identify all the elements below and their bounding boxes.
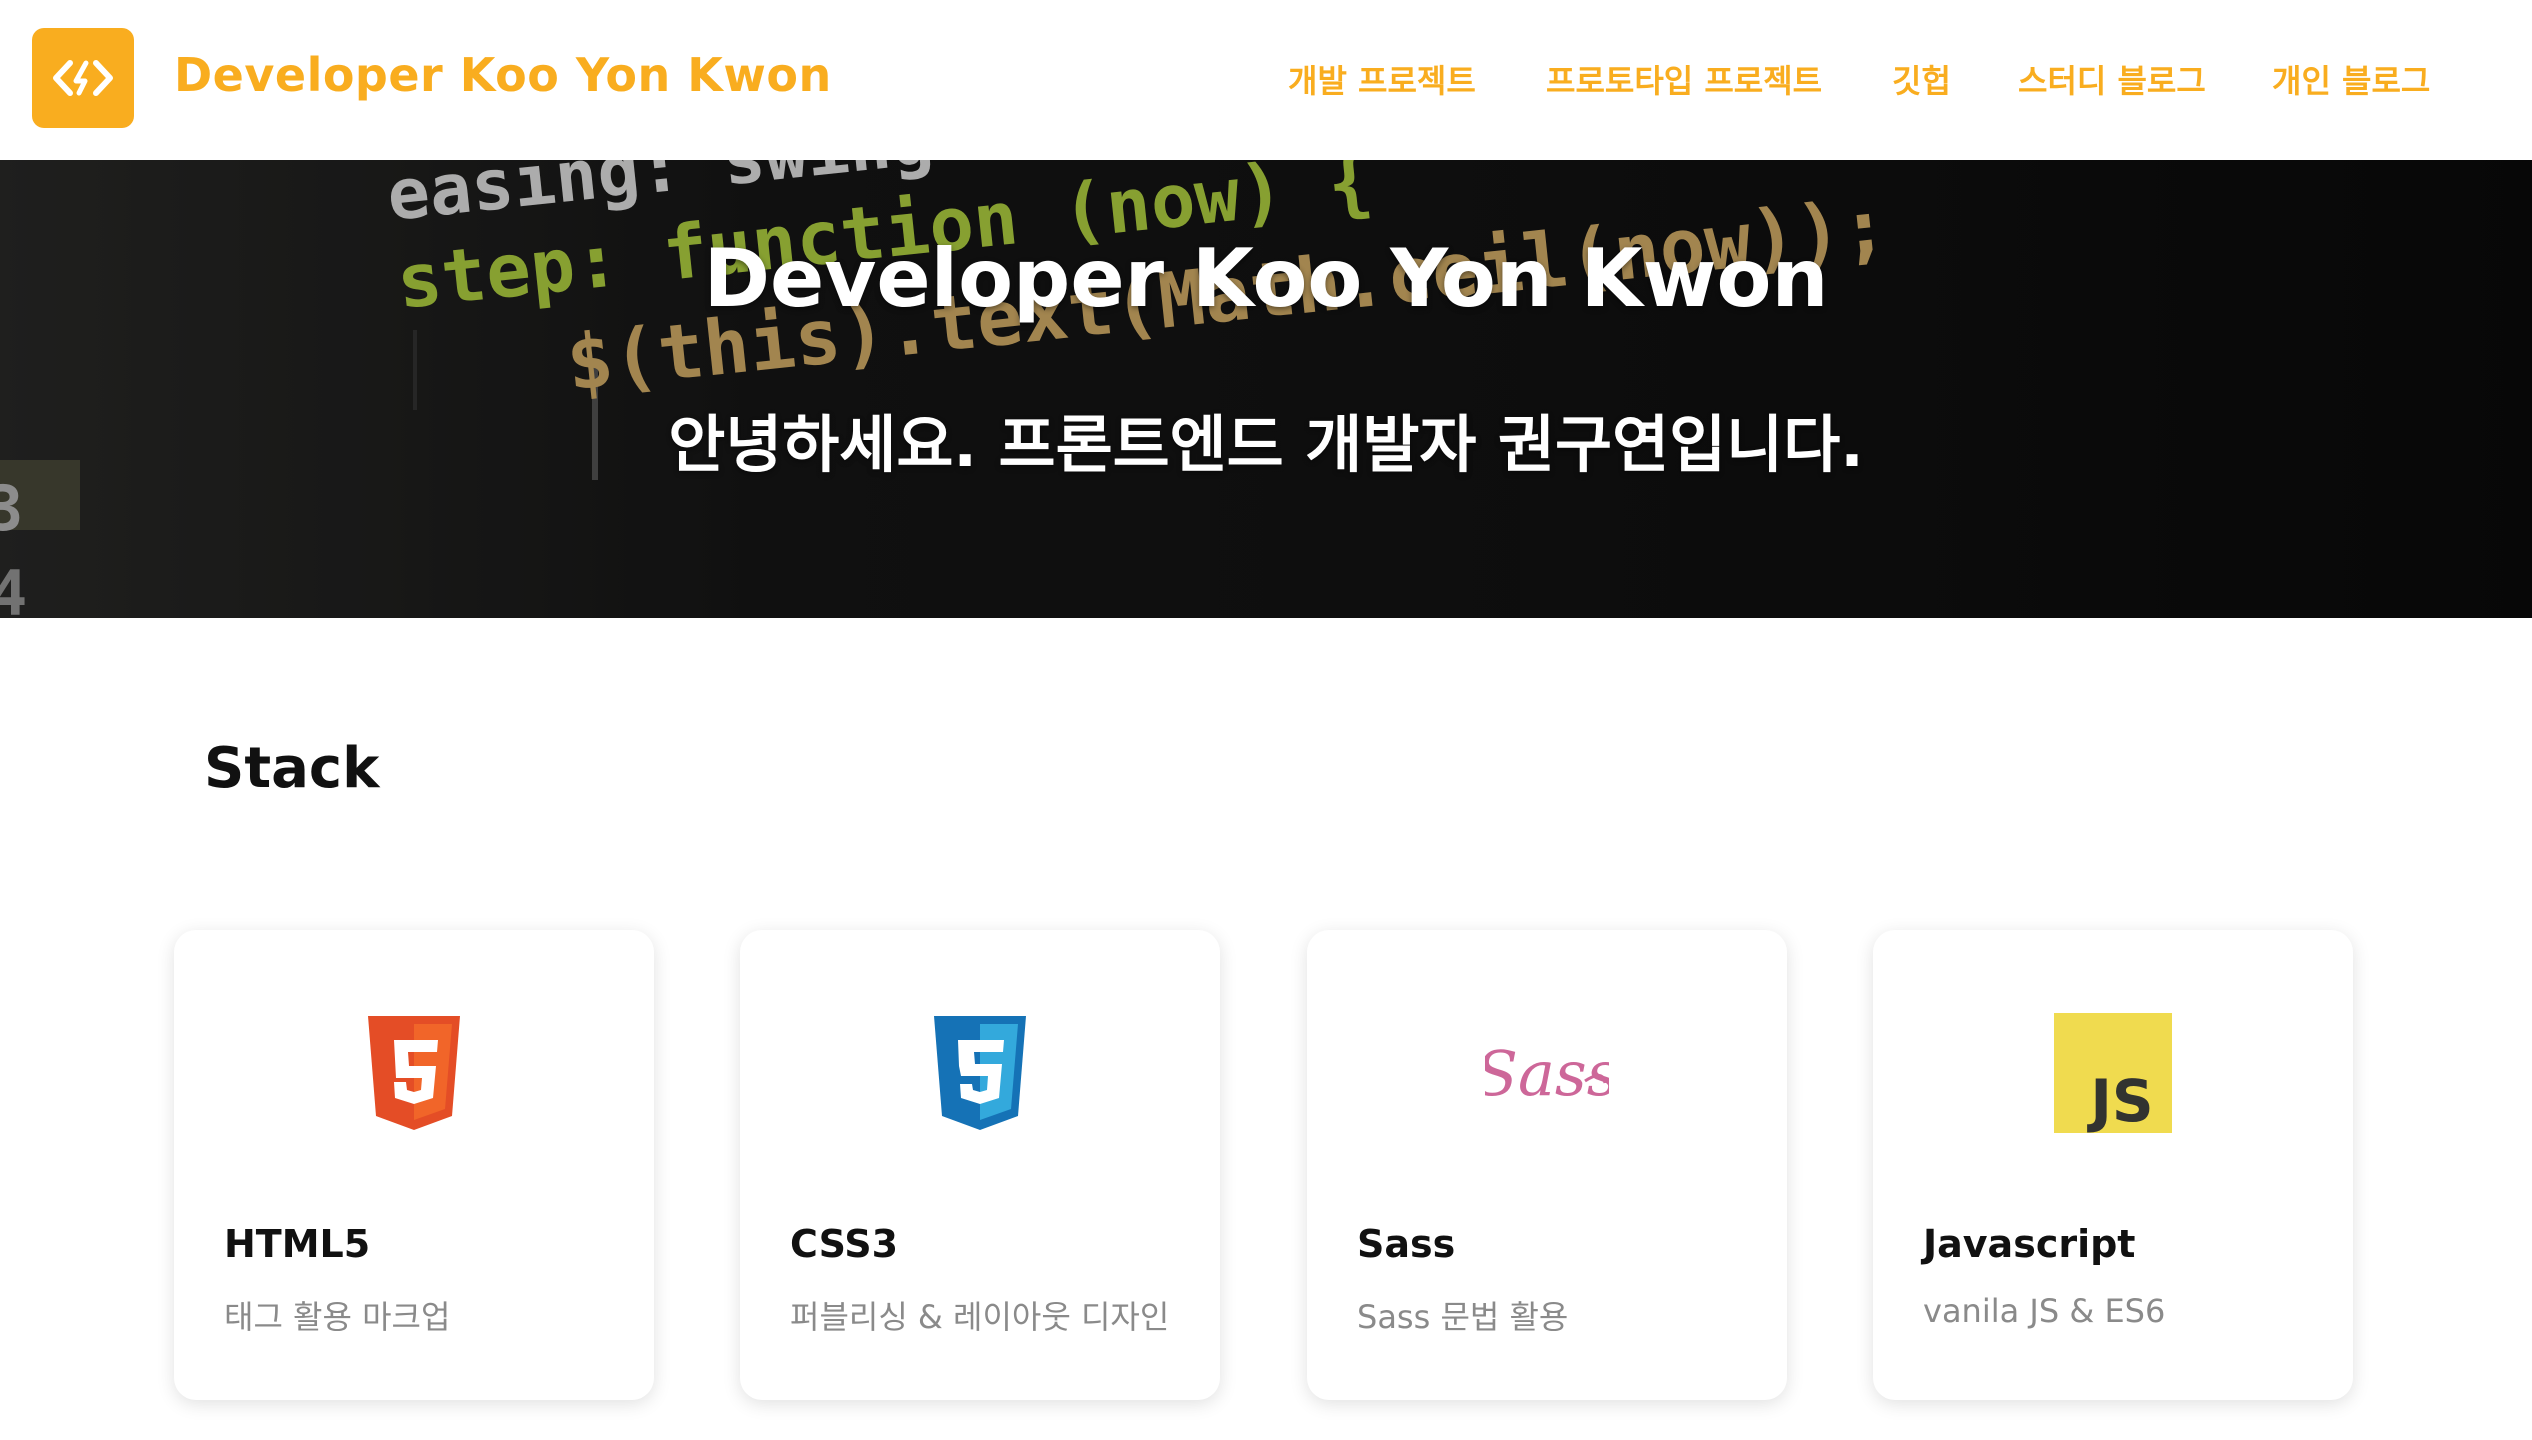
card-description: 태그 활용 마크업 bbox=[224, 1298, 451, 1336]
nav-item-study-blog[interactable]: 스터디 블로그 bbox=[2018, 56, 2206, 102]
brand-name[interactable]: Developer Koo Yon Kwon bbox=[174, 48, 832, 102]
card-title: HTML5 bbox=[224, 1222, 371, 1266]
card-title: CSS3 bbox=[790, 1222, 899, 1266]
stack-section-title: Stack bbox=[204, 736, 380, 802]
stack-card-javascript: JS Javascript vanila JS & ES6 bbox=[1873, 930, 2353, 1400]
card-title: Sass bbox=[1357, 1222, 1456, 1266]
card-description: vanila JS & ES6 bbox=[1923, 1292, 2166, 1330]
sass-icon: Sass bbox=[1307, 1008, 1787, 1138]
nav-item-dev-projects[interactable]: 개발 프로젝트 bbox=[1288, 56, 1476, 102]
card-title: Javascript bbox=[1923, 1222, 2136, 1266]
logo-icon[interactable] bbox=[32, 28, 134, 128]
sass-logo-text: Sass bbox=[1485, 1037, 1609, 1110]
card-description: 퍼블리싱 & 레이아웃 디자인 bbox=[790, 1298, 1170, 1336]
site-header: Developer Koo Yon Kwon 개발 프로젝트 프로토타입 프로젝… bbox=[0, 0, 2532, 160]
nav-item-github[interactable]: 깃헙 bbox=[1892, 56, 1951, 102]
stack-card-sass: Sass Sass Sass 문법 활용 bbox=[1307, 930, 1787, 1400]
nav-item-prototype-projects[interactable]: 프로토타입 프로젝트 bbox=[1546, 56, 1822, 102]
nav-item-personal-blog[interactable]: 개인 블로그 bbox=[2272, 56, 2430, 102]
css3-icon bbox=[740, 1008, 1220, 1138]
hero-subtitle: 안녕하세요. 프론트엔드 개발자 권구연입니다. bbox=[668, 408, 1864, 481]
card-description: Sass 문법 활용 bbox=[1357, 1298, 1569, 1336]
html5-icon bbox=[174, 1008, 654, 1138]
js-logo-text: JS bbox=[2086, 1067, 2153, 1133]
javascript-icon: JS bbox=[1873, 1008, 2353, 1138]
hero-banner: easing: swing step: function (now) { $(t… bbox=[0, 160, 2532, 618]
stack-card-css3: CSS3 퍼블리싱 & 레이아웃 디자인 bbox=[740, 930, 1220, 1400]
stack-card-html5: HTML5 태그 활용 마크업 bbox=[174, 930, 654, 1400]
hero-title: Developer Koo Yon Kwon bbox=[703, 232, 1829, 325]
code-background-image: easing: swing step: function (now) { $(t… bbox=[0, 160, 2532, 618]
